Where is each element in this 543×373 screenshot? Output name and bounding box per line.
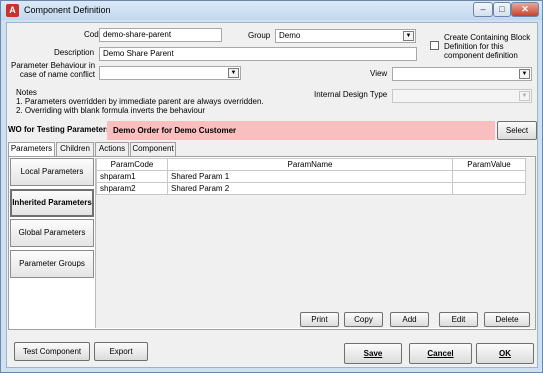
- chevron-down-icon[interactable]: ▼: [228, 68, 239, 78]
- parameters-grid[interactable]: ParamCode ParamName ParamValue shparam1 …: [95, 158, 535, 328]
- cell-paramcode[interactable]: shparam2: [96, 183, 168, 195]
- param-behaviour-dropdown[interactable]: ▼: [99, 66, 241, 80]
- save-button[interactable]: Save: [344, 343, 402, 364]
- tab-children[interactable]: Children: [56, 142, 94, 156]
- group-dropdown[interactable]: Demo ▼: [275, 29, 416, 43]
- title-bar[interactable]: A Component Definition – □ ✕: [1, 1, 542, 20]
- create-block-label-line3: component definition: [444, 51, 518, 60]
- parameter-groups-button[interactable]: Parameter Groups: [10, 250, 94, 278]
- cell-paramvalue[interactable]: [452, 183, 526, 195]
- grid-header: ParamCode ParamName ParamValue: [96, 158, 526, 171]
- cell-paramname[interactable]: Shared Param 2: [167, 183, 453, 195]
- save-button-label: Save: [363, 349, 383, 358]
- chevron-down-icon[interactable]: ▼: [403, 31, 414, 41]
- cell-paramvalue[interactable]: [452, 171, 526, 183]
- cancel-button[interactable]: Cancel: [409, 343, 472, 364]
- notes-line-2: 2. Overriding with blank formula inverts…: [16, 106, 205, 115]
- minimize-button[interactable]: –: [473, 2, 493, 17]
- param-behaviour-label-line2: case of name conflict: [19, 70, 95, 79]
- global-parameters-button[interactable]: Global Parameters: [10, 219, 94, 247]
- internal-design-type-dropdown: ▼: [392, 89, 532, 103]
- code-field[interactable]: demo-share-parent: [99, 28, 222, 42]
- export-button[interactable]: Export: [94, 342, 148, 361]
- app-logo-icon: A: [6, 4, 19, 17]
- ok-button-label: OK: [499, 349, 511, 358]
- group-value: Demo: [279, 31, 301, 40]
- create-block-checkbox[interactable]: [430, 41, 439, 50]
- description-field[interactable]: Demo Share Parent: [99, 47, 417, 61]
- local-parameters-button[interactable]: Local Parameters: [10, 158, 94, 186]
- column-header-paramvalue[interactable]: ParamValue: [452, 158, 526, 171]
- tab-parameters[interactable]: Parameters: [8, 142, 55, 157]
- create-block-label-line1: Create Containing Block: [444, 33, 531, 42]
- tab-actions[interactable]: Actions: [95, 142, 129, 156]
- copy-button[interactable]: Copy: [344, 312, 383, 327]
- group-label: Group: [248, 31, 271, 40]
- parameters-panel: Local Parameters Inherited Parameters Gl…: [8, 156, 536, 330]
- table-row[interactable]: shparam2 Shared Param 2: [96, 183, 526, 195]
- window-title: Component Definition: [24, 5, 111, 15]
- notes-label: Notes: [16, 88, 37, 97]
- view-dropdown[interactable]: ▼: [392, 67, 532, 81]
- edit-button[interactable]: Edit: [439, 312, 478, 327]
- delete-button[interactable]: Delete: [484, 312, 530, 327]
- internal-design-type-label: Internal Design Type: [314, 90, 388, 99]
- wo-value: Demo Order for Demo Customer: [107, 121, 495, 140]
- add-button[interactable]: Add: [390, 312, 429, 327]
- param-behaviour-label: Parameter Behaviour in case of name conf…: [11, 61, 95, 79]
- create-block-label-line2: Definition for this: [444, 42, 504, 51]
- test-component-button[interactable]: Test Component: [14, 342, 90, 361]
- inherited-parameters-button[interactable]: Inherited Parameters: [10, 189, 94, 217]
- description-label: Description: [54, 48, 95, 57]
- tab-component[interactable]: Component: [130, 142, 176, 156]
- component-definition-window: A Component Definition – □ ✕ Code demo-s…: [0, 0, 543, 373]
- print-button[interactable]: Print: [300, 312, 339, 327]
- ok-button[interactable]: OK: [476, 343, 534, 364]
- table-row[interactable]: shparam1 Shared Param 1: [96, 171, 526, 183]
- chevron-down-icon[interactable]: ▼: [519, 69, 530, 79]
- dialog-body: Code demo-share-parent Group Demo ▼ Crea…: [6, 22, 538, 368]
- notes-line-1: 1. Parameters overridden by immediate pa…: [16, 97, 264, 106]
- select-wo-button[interactable]: Select: [497, 121, 537, 140]
- cancel-button-label: Cancel: [427, 349, 454, 358]
- column-header-paramname[interactable]: ParamName: [167, 158, 453, 171]
- close-button[interactable]: ✕: [511, 2, 539, 17]
- cell-paramname[interactable]: Shared Param 1: [167, 171, 453, 183]
- chevron-down-icon: ▼: [519, 91, 530, 101]
- maximize-button[interactable]: □: [493, 2, 511, 17]
- create-block-label: Create Containing Block Definition for t…: [444, 33, 536, 60]
- param-behaviour-label-line1: Parameter Behaviour in: [11, 61, 96, 70]
- column-header-paramcode[interactable]: ParamCode: [96, 158, 168, 171]
- wo-label: WO for Testing Parameters:: [8, 125, 114, 134]
- view-label: View: [370, 69, 388, 78]
- wo-testing-bar: WO for Testing Parameters: Demo Order fo…: [7, 120, 537, 141]
- cell-paramcode[interactable]: shparam1: [96, 171, 168, 183]
